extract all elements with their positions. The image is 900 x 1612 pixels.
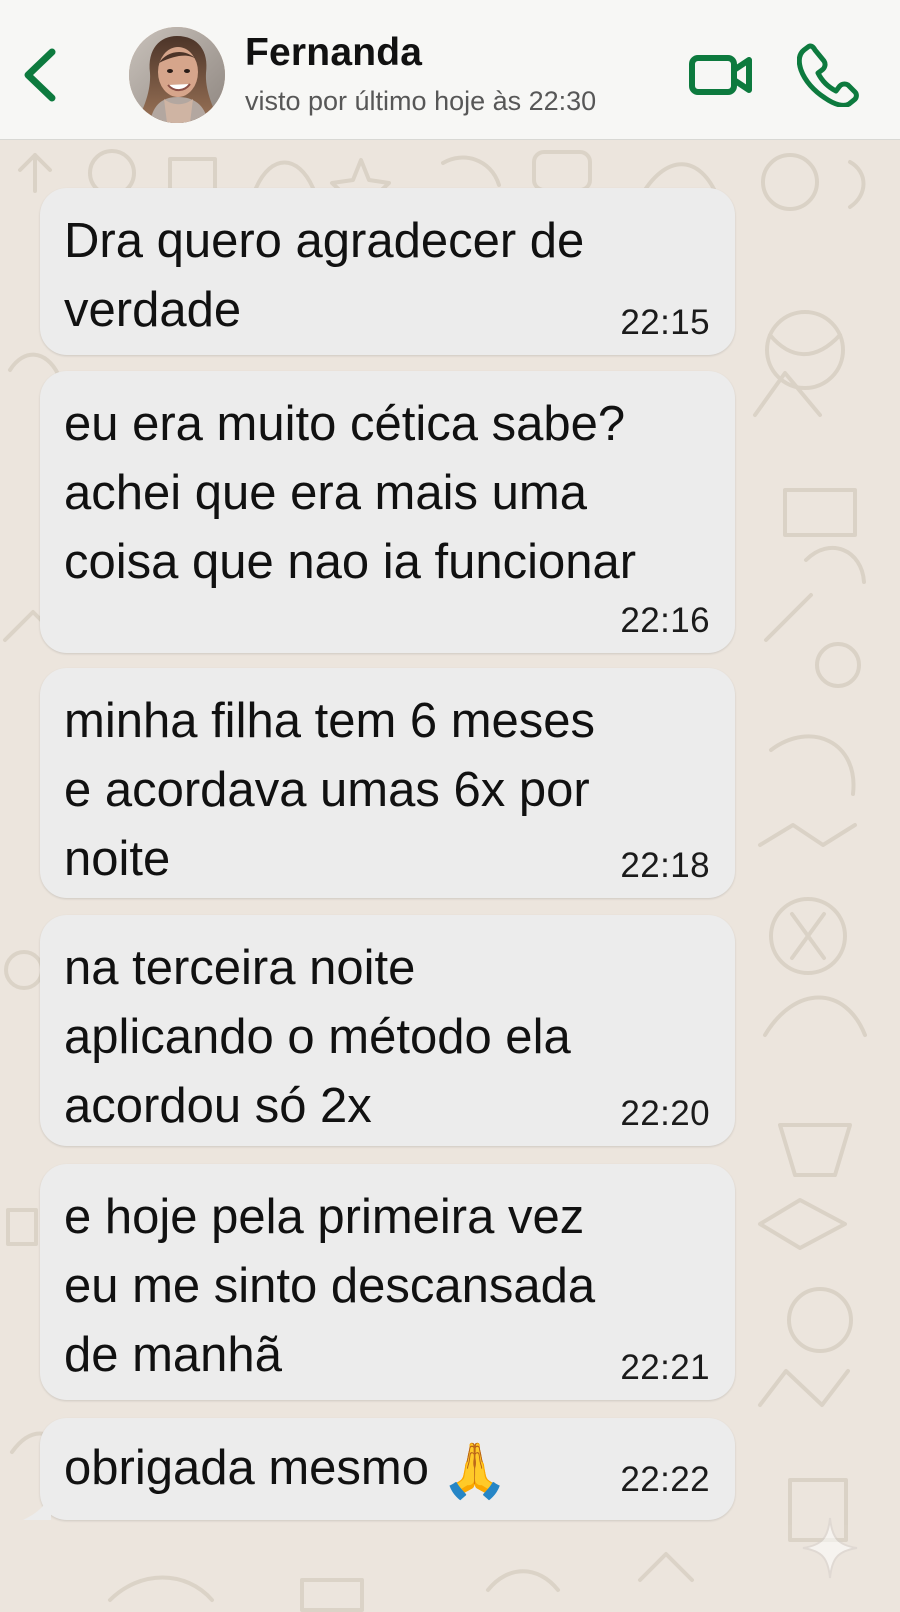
message-bubble[interactable]: eu era muito cética sabe? achei que era …: [40, 371, 735, 653]
message-line: na terceira noite: [64, 941, 416, 995]
message-bubble[interactable]: Dra quero agradecer de verdade 22:15: [40, 188, 735, 355]
message-line: noite: [64, 832, 171, 886]
video-camera-icon: [689, 55, 752, 95]
chat-header: Fernanda visto por último hoje às 22:30: [0, 0, 900, 140]
message-bubble[interactable]: obrigada mesmo 🙏 22:22: [23, 1418, 735, 1520]
back-button[interactable]: [14, 44, 70, 106]
message-text: na terceira noite aplicando o método ela…: [64, 934, 714, 1141]
message-time: 22:22: [620, 1460, 710, 1499]
message-line: acordou só 2x: [64, 1079, 372, 1133]
message-text: Dra quero agradecer de verdade: [64, 207, 714, 345]
message-bubble[interactable]: minha filha tem 6 meses e acordava umas …: [40, 668, 735, 898]
message-line: Dra quero agradecer de: [64, 214, 585, 268]
message-bubble[interactable]: e hoje pela primeira vez eu me sinto des…: [40, 1164, 735, 1400]
chevron-left-icon: [24, 48, 56, 102]
message-line: de manhã: [64, 1328, 282, 1382]
praying-hands-icon: 🙏: [440, 1439, 509, 1502]
message-line: e hoje pela primeira vez: [64, 1190, 585, 1244]
chat-area[interactable]: Dra quero agradecer de verdade 22:15 eu …: [0, 140, 900, 1612]
message-time: 22:20: [620, 1094, 710, 1133]
contact-avatar[interactable]: [129, 27, 225, 123]
message-line: obrigada mesmo: [64, 1441, 429, 1495]
message-line: verdade: [64, 283, 242, 337]
message-text: eu era muito cética sabe? achei que era …: [64, 390, 714, 597]
profile-avatar: [129, 27, 225, 123]
message-line: achei que era mais uma: [64, 466, 587, 520]
message-text: obrigada mesmo 🙏: [64, 1434, 714, 1505]
voice-call-button[interactable]: [796, 43, 861, 108]
message-bubble[interactable]: na terceira noite aplicando o método ela…: [40, 915, 735, 1146]
last-seen-status: visto por último hoje às 22:30: [245, 86, 597, 116]
sparkle-icon: [802, 1517, 858, 1579]
message-line: e acordava umas 6x por: [64, 763, 590, 817]
video-call-button[interactable]: [687, 48, 755, 102]
contact-name[interactable]: Fernanda: [245, 31, 422, 75]
phone-icon: [796, 43, 859, 108]
message-time: 22:21: [620, 1348, 710, 1387]
message-text: e hoje pela primeira vez eu me sinto des…: [64, 1183, 714, 1390]
message-line: minha filha tem 6 meses: [64, 694, 596, 748]
message-line: eu era muito cética sabe?: [64, 397, 626, 451]
message-tail: [23, 1495, 51, 1520]
message-time: 22:16: [620, 601, 710, 640]
message-time: 22:18: [620, 846, 710, 885]
message-line: eu me sinto descansada: [64, 1259, 596, 1313]
message-line: aplicando o método ela: [64, 1010, 571, 1064]
message-text: minha filha tem 6 meses e acordava umas …: [64, 687, 714, 894]
message-line: coisa que nao ia funcionar: [64, 535, 637, 589]
message-time: 22:15: [620, 303, 710, 342]
